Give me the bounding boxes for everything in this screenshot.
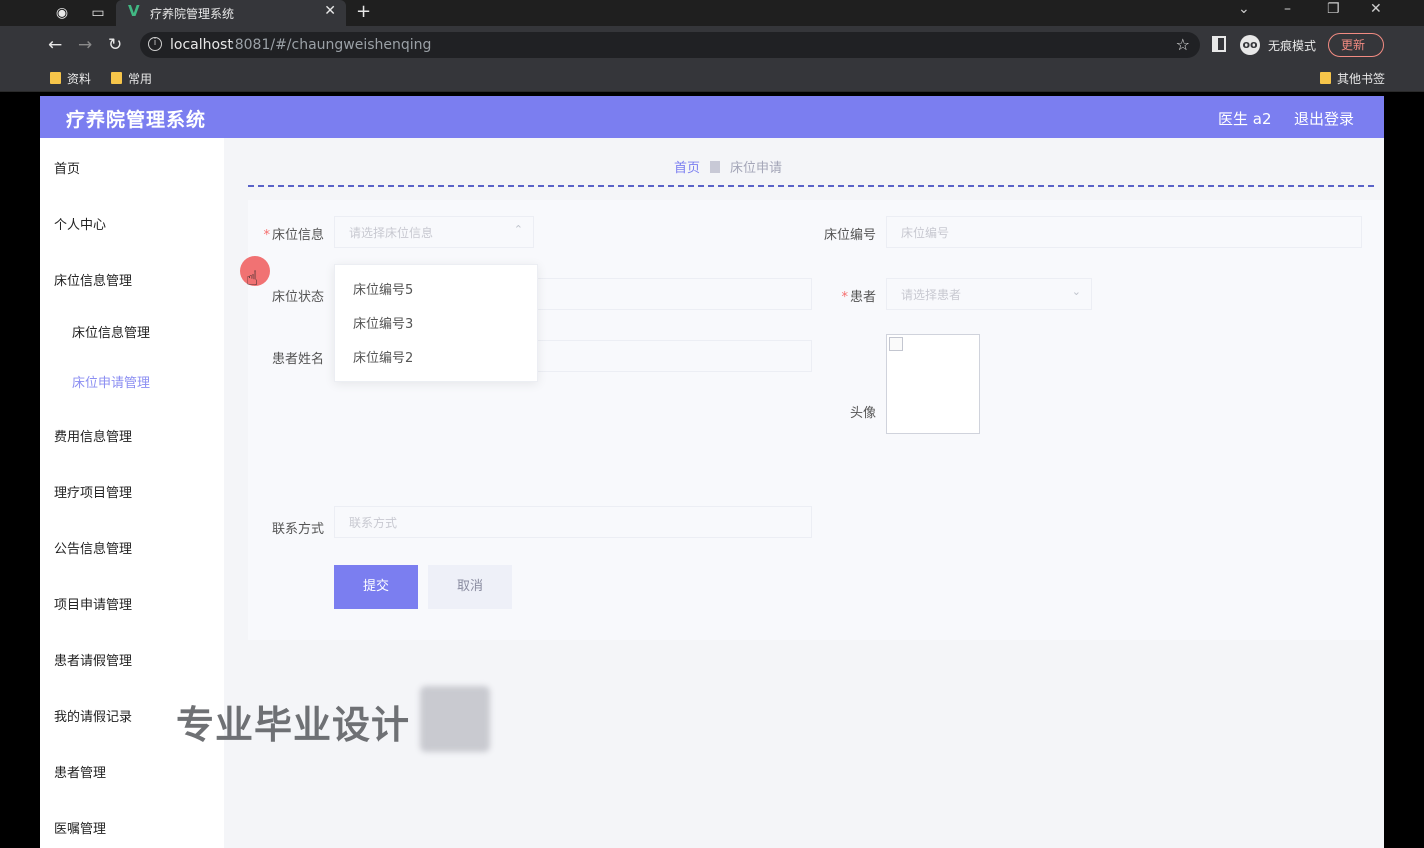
bed-status-label: 床位状态	[271, 290, 324, 305]
tab-search-icon[interactable]: ▭	[88, 3, 108, 23]
sidebar-item-therapy-management[interactable]: 理疗项目管理	[54, 482, 132, 501]
address-bar[interactable]: i localhost :8081/#/chaungweishenqing ☆	[140, 32, 1200, 58]
breadcrumb-current: 床位申请	[730, 161, 783, 176]
breadcrumb-separator-icon	[710, 161, 721, 173]
patient-label: * 患者	[841, 290, 876, 305]
tab-list-chevron-icon[interactable]: ⌄	[1238, 1, 1250, 17]
screen: ◉ ▭ V 疗养院管理系统 ✕ + ⌄ – ❐ ✕ ← → ↻ i localh…	[0, 0, 1424, 848]
back-arrow-icon[interactable]: ←	[48, 35, 62, 55]
incognito-label: 无痕模式	[1268, 39, 1317, 53]
watermark-blur	[420, 686, 490, 752]
patient-select[interactable]: 请选择患者 ⌄	[886, 278, 1092, 310]
new-tab-icon[interactable]: +	[356, 1, 371, 22]
avatar-image	[886, 334, 980, 434]
page-viewport: 疗养院管理系统 医生 a2 退出登录 首页 个人中心 床位信息管理 床位信息管理…	[40, 96, 1384, 848]
tab-title: 疗养院管理系统	[150, 7, 235, 21]
sidebar-item-notice-management[interactable]: 公告信息管理	[54, 538, 132, 557]
restore-icon[interactable]: ❐	[1327, 1, 1340, 17]
patient-name-label: 患者姓名	[271, 352, 324, 367]
dropdown-option[interactable]: 床位编号2	[353, 347, 413, 366]
watermark-text: 专业毕业设计	[176, 703, 411, 747]
url-path: :8081/#/chaungweishenqing	[230, 37, 432, 53]
dropdown-option[interactable]: 床位编号3	[353, 313, 413, 332]
logout-link[interactable]: 退出登录	[1294, 108, 1354, 129]
sidebar-item-personal-center[interactable]: 个人中心	[54, 214, 106, 233]
breadcrumb: 首页 床位申请	[674, 157, 782, 176]
user-label: 医生 a2	[1218, 110, 1272, 128]
broken-image-icon	[889, 337, 903, 351]
submit-button[interactable]: 提交	[334, 565, 418, 609]
reload-icon[interactable]: ↻	[108, 35, 122, 55]
bed-info-dropdown: 床位编号5 床位编号3 床位编号2	[334, 264, 538, 382]
browser-tab-active[interactable]: V 疗养院管理系统 ✕	[116, 0, 346, 26]
sidebar-subitem-bed-info[interactable]: 床位信息管理	[72, 322, 150, 341]
other-bookmarks[interactable]: 其他书签	[1320, 70, 1385, 87]
cancel-button[interactable]: 取消	[428, 565, 512, 609]
required-asterisk: *	[841, 290, 848, 305]
dropdown-option[interactable]: 床位编号5	[353, 279, 413, 298]
sidebar-subitem-bed-application[interactable]: 床位申请管理	[72, 372, 150, 391]
incognito-icon[interactable]: oo	[1240, 35, 1260, 55]
sidebar-item-medical-orders[interactable]: 医嘱管理	[54, 818, 106, 837]
sidebar-item-home[interactable]: 首页	[54, 158, 80, 177]
browser-toolbar: ← → ↻ i localhost :8081/#/chaungweishenq…	[0, 26, 1424, 64]
bed-number-label: 床位编号	[823, 228, 876, 243]
bookmarks-bar: 资料 常用 其他书签	[0, 64, 1424, 92]
site-info-icon[interactable]: i	[148, 37, 162, 51]
bookmark-star-icon[interactable]: ☆	[1176, 35, 1190, 54]
browser-menu-icon[interactable]: ◉	[52, 3, 72, 23]
sidebar-item-patient-management[interactable]: 患者管理	[54, 762, 106, 781]
hand-pointer-icon: ☝	[246, 266, 259, 290]
vue-favicon-icon: V	[128, 2, 140, 20]
bed-application-form: * 床位信息 请选择床位信息 ⌃ 床位编号 床位编号 床位状态 * 患者 请选择患者…	[248, 200, 1384, 640]
avatar-label: 头像	[849, 406, 876, 421]
bed-info-select[interactable]: 请选择床位信息 ⌃	[334, 216, 534, 248]
app-title: 疗养院管理系统	[66, 109, 207, 131]
sidebar-item-project-application[interactable]: 项目申请管理	[54, 594, 132, 613]
bookmark-folder-changyong[interactable]: 常用	[111, 70, 152, 87]
chevron-up-icon: ⌃	[513, 223, 523, 236]
bed-number-input[interactable]: 床位编号	[886, 216, 1362, 248]
side-panel-icon[interactable]	[1212, 36, 1226, 52]
bed-info-label: * 床位信息	[263, 228, 324, 243]
bookmark-folder-ziliao[interactable]: 资料	[50, 70, 91, 87]
folder-icon	[111, 72, 122, 84]
window-close-icon[interactable]: ✕	[1370, 1, 1382, 17]
url-host: localhost	[170, 37, 233, 53]
required-asterisk: *	[263, 228, 270, 243]
tab-close-icon[interactable]: ✕	[324, 3, 336, 19]
update-button[interactable]: 更新	[1328, 33, 1384, 57]
minimize-icon[interactable]: –	[1284, 1, 1291, 17]
contact-label: 联系方式	[271, 522, 324, 537]
browser-tab-bar: ◉ ▭ V 疗养院管理系统 ✕ + ⌄ – ❐ ✕	[0, 0, 1424, 26]
folder-icon	[1320, 72, 1331, 84]
folder-icon	[50, 72, 61, 84]
sidebar-item-my-leave-records[interactable]: 我的请假记录	[54, 706, 132, 725]
contact-input[interactable]: 联系方式	[334, 506, 812, 538]
sidebar-item-fee-management[interactable]: 费用信息管理	[54, 426, 132, 445]
chevron-down-icon: ⌄	[1071, 285, 1081, 298]
dashed-divider	[248, 185, 1374, 187]
app-header: 疗养院管理系统 医生 a2 退出登录	[40, 96, 1384, 138]
breadcrumb-home[interactable]: 首页	[674, 161, 700, 176]
forward-arrow-icon[interactable]: →	[78, 35, 92, 55]
sidebar-item-bed-info-management[interactable]: 床位信息管理	[54, 270, 132, 289]
sidebar-item-patient-leave[interactable]: 患者请假管理	[54, 650, 132, 669]
